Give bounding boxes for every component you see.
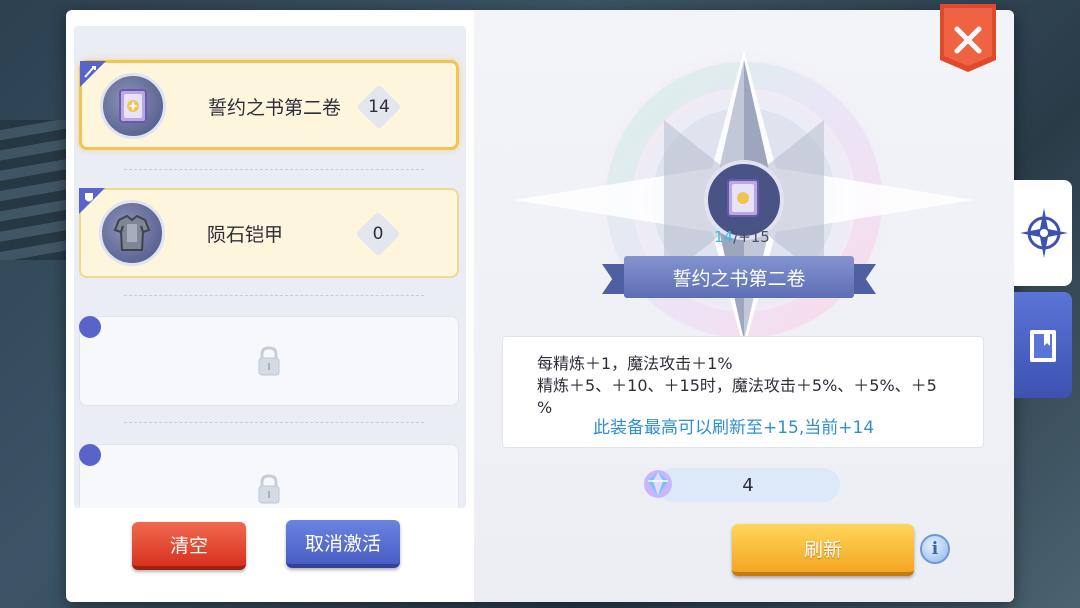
slot-name: 陨石铠甲 (207, 224, 284, 246)
divider (124, 169, 424, 170)
lock-icon (258, 474, 280, 504)
effect-line: 精炼＋5、＋10、＋15时，魔法攻击＋5%、＋5%、＋5 (537, 376, 937, 395)
info-icon[interactable]: i (920, 534, 950, 564)
item-name-ribbon: 誓约之书第二卷 (602, 256, 876, 298)
shield-badge-icon (79, 188, 105, 214)
gem-icon (644, 470, 672, 498)
compass-icon (1020, 208, 1068, 258)
tab-book[interactable] (1014, 292, 1072, 398)
cancel-activation-button[interactable]: 取消激活 (286, 520, 400, 568)
close-icon[interactable] (940, 4, 996, 72)
slot-refine-level: 0 (353, 209, 403, 259)
sword-badge-icon (80, 61, 106, 87)
armor-icon (99, 200, 165, 266)
slot-name: 誓约之书第二卷 (208, 97, 342, 119)
equipment-slot-book[interactable]: 誓约之书第二卷 14 (79, 60, 459, 150)
lock-icon (258, 346, 280, 376)
book-icon (100, 73, 166, 139)
slot-badge (79, 444, 101, 466)
equipment-slot-locked[interactable] (79, 444, 459, 508)
refine-panel: 誓约之书第二卷 14 陨石铠甲 0 清空 取消激活 14/+15 誓约之书第二卷… (66, 10, 1014, 602)
equipment-slot-locked[interactable] (79, 316, 459, 406)
compass-emblem (514, 50, 974, 350)
divider (124, 295, 424, 296)
equipment-slot-armor[interactable]: 陨石铠甲 0 (79, 188, 459, 278)
tab-compass[interactable] (1014, 180, 1072, 286)
max-refine-note: 此装备最高可以刷新至+15,当前+14 (593, 418, 875, 438)
slot-badge (79, 316, 101, 338)
divider (124, 422, 424, 423)
effect-line: 每精炼＋1，魔法攻击＋1% (537, 354, 733, 373)
detail-area: 14/+15 誓约之书第二卷 每精炼＋1，魔法攻击＋1% 精炼＋5、＋10、＋1… (474, 10, 1014, 602)
clear-button[interactable]: 清空 (132, 522, 246, 570)
refresh-button[interactable]: 刷新 (732, 524, 914, 576)
background-chain (0, 120, 70, 260)
book-tab-icon (1030, 330, 1056, 362)
cost-display: 4 (656, 468, 840, 502)
slot-refine-level: 14 (354, 82, 404, 132)
cost-value: 4 (742, 474, 754, 496)
effect-description: 每精炼＋1，魔法攻击＋1% 精炼＋5、＋10、＋15时，魔法攻击＋5%、＋5%、… (502, 336, 984, 448)
equipment-list: 誓约之书第二卷 14 陨石铠甲 0 (74, 26, 466, 508)
refine-level-display: 14/+15 (714, 228, 770, 246)
selected-item-name: 誓约之书第二卷 (672, 267, 806, 290)
effect-line: % (537, 398, 553, 417)
